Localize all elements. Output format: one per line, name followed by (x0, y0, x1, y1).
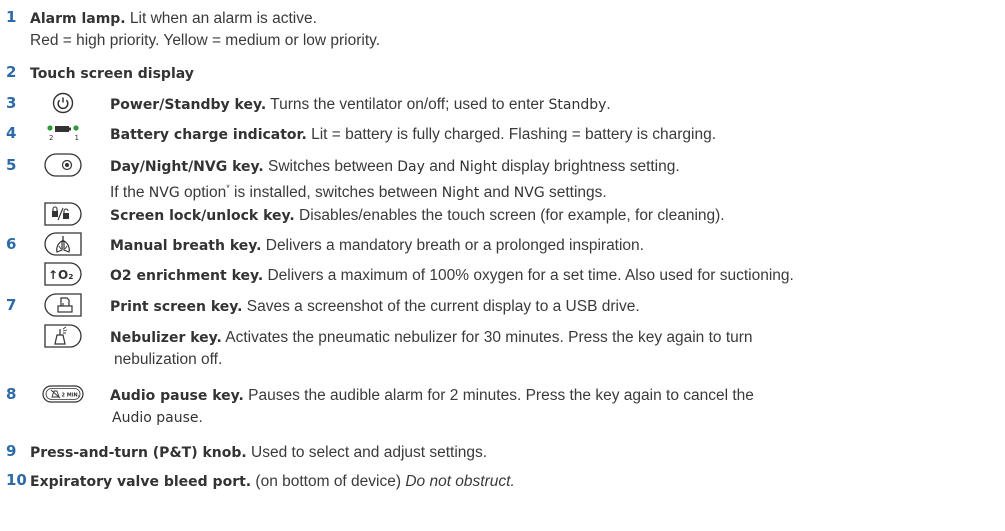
item-description: Lit = battery is fully charged. Flashing… (306, 126, 717, 143)
key-name: Night (441, 185, 480, 202)
legend-item-5: 5 Day/Night/NVG key. Switches between Da… (0, 153, 680, 204)
item-title: Screen lock/unlock key. (110, 208, 295, 224)
item-number: 7 (6, 296, 17, 314)
item-description: Pauses the audible alarm for 2 minutes. … (243, 387, 754, 404)
item-description: Delivers a mandatory breath or a prolong… (261, 237, 644, 254)
battery-charge-icon: 2 1 (44, 121, 82, 145)
item-title: Press-and-turn (P&T) knob. (30, 445, 247, 461)
item-description-line2: Red = high priority. Yellow = medium or … (30, 32, 381, 49)
legend-item-10: 10 Expiratory valve bleed port. (on bott… (0, 471, 515, 493)
legend-item-7: 7 Print screen key. Saves a screenshot o… (0, 293, 640, 318)
item-description: Lit when an alarm is active. (125, 10, 317, 27)
audio-pause-icon-label: 2 MIN. (62, 393, 80, 399)
item-title: Touch screen display (30, 66, 194, 82)
item-title: Day/Night/NVG key. (110, 159, 264, 175)
legend-item-2: 2 Touch screen display (0, 63, 194, 85)
item-title: O2 enrichment key. (110, 268, 264, 284)
key-name: NVG (513, 185, 545, 202)
item-title: Manual breath key. (110, 238, 262, 254)
item-description: Turns the ventilator on/off; used to ent… (266, 96, 549, 113)
legend-item-3: 3 Power/Standby key. Turns the ventilato… (0, 91, 611, 116)
item-number: 10 (6, 471, 27, 489)
battery-label-right: 1 (75, 134, 79, 142)
item-number: 4 (6, 124, 17, 142)
legend-item-nebulizer: Nebulizer key. Activates the pneumatic n… (0, 324, 753, 370)
legend-item-4: 4 2 1 Battery charge indicator. Lit = ba… (0, 124, 716, 146)
item-number: 2 (6, 63, 17, 81)
item-title: Expiratory valve bleed port. (30, 474, 252, 490)
item-title: Nebulizer key. (110, 330, 222, 346)
legend-item-8: 8 2 MIN. Audio pause key. Pauses the aud… (0, 385, 754, 429)
key-name: NVG (148, 185, 180, 202)
item-number: 1 (6, 8, 17, 26)
item-number: 6 (6, 235, 17, 253)
item-title: Alarm lamp. (30, 11, 126, 27)
power-standby-icon (44, 91, 82, 115)
print-screen-icon (44, 293, 82, 317)
nebulizer-icon (44, 324, 82, 348)
item-description-line2: nebulization off. (114, 351, 223, 368)
item-warning: Do not obstruct. (405, 473, 515, 490)
item-description: Delivers a maximum of 100% oxygen for a … (263, 267, 794, 284)
legend-item-9: 9 Press-and-turn (P&T) knob. Used to sel… (0, 442, 487, 464)
item-title: Print screen key. (110, 299, 243, 315)
item-description: Activates the pneumatic nebulizer for 30… (221, 329, 753, 346)
legend-item-1: 1 Alarm lamp. Lit when an alarm is activ… (0, 8, 380, 51)
item-number: 5 (6, 156, 17, 174)
item-description: (on bottom of device) (251, 473, 406, 490)
item-title: Battery charge indicator. (110, 127, 307, 143)
legend-item-o2: ↑O₂ O2 enrichment key. Delivers a maximu… (0, 262, 794, 287)
manual-breath-icon (44, 232, 82, 256)
item-description: Used to select and adjust settings. (246, 444, 488, 461)
item-title: Power/Standby key. (110, 97, 267, 113)
item-title: Audio pause key. (110, 388, 244, 404)
battery-label-left: 2 (49, 134, 53, 142)
key-name: Audio pause (112, 410, 199, 426)
key-name: Day (397, 159, 425, 175)
o2-enrichment-icon: ↑O₂ (44, 262, 82, 286)
item-number: 8 (6, 385, 17, 403)
item-number: 9 (6, 442, 17, 460)
day-night-nvg-icon (44, 153, 82, 177)
key-name: Standby (548, 97, 607, 113)
legend-item-screen-lock: Screen lock/unlock key. Disables/enables… (0, 202, 725, 227)
legend-item-6: 6 Manual breath key. Delivers a mandator… (0, 232, 644, 257)
o2-icon-label: ↑O₂ (48, 268, 74, 282)
item-description: Saves a screenshot of the current displa… (242, 298, 640, 315)
item-description: Disables/enables the touch screen (for e… (294, 207, 725, 224)
legend-document: 1 Alarm lamp. Lit when an alarm is activ… (0, 0, 1005, 531)
audio-pause-icon: 2 MIN. (42, 382, 84, 406)
item-number: 3 (6, 94, 17, 112)
key-name: Night (459, 159, 498, 175)
screen-lock-icon (44, 202, 82, 226)
